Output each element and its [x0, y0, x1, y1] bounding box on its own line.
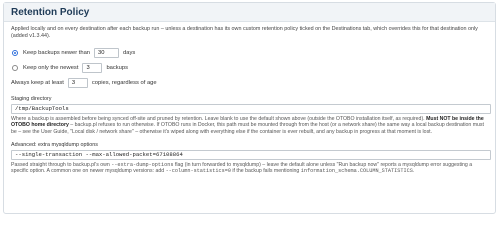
keep-newest-count-input[interactable]: 3	[82, 63, 103, 74]
keep-newer-radio[interactable]	[12, 50, 18, 57]
staging-help-text-b: – backup.pl refuses to run otherwise. If…	[11, 122, 484, 135]
keep-least-row: Always keep at least 3 copies, regardles…	[11, 77, 488, 90]
panel-title: Retention Policy	[11, 6, 90, 18]
intro-text: Applied locally and on every destination…	[11, 26, 478, 40]
mysqldump-help-code-flag: --extra-dump-options	[111, 161, 174, 168]
panel-content: Applied locally and on every destination…	[4, 22, 495, 175]
staging-directory-input[interactable]: /tmp/BackupTools	[11, 103, 491, 114]
keep-newest-label: Keep only the newest	[23, 65, 79, 72]
mysqldump-options-input[interactable]: --single-transaction --max-allowed-packe…	[11, 149, 491, 160]
retention-policy-panel: Retention Policy Applied locally and on …	[3, 2, 496, 214]
panel-header: Retention Policy	[4, 3, 495, 22]
mysqldump-options-label: Advanced: extra mysqldump options	[11, 141, 98, 148]
mysqldump-help-code-option: --column-statistics=0	[165, 168, 231, 175]
staging-directory-label: Staging directory	[11, 95, 52, 102]
keep-newer-label: Keep backups newer than	[23, 50, 91, 57]
mysqldump-help-code-table: information_schema.COLUMN_STATISTICS	[300, 168, 413, 175]
keep-least-label: Always keep at least	[11, 80, 64, 87]
staging-directory-help: Where a backup is assembled before being…	[11, 116, 488, 136]
keep-least-count-input[interactable]: 3	[67, 78, 88, 89]
staging-help-text-a: Where a backup is assembled before being…	[11, 115, 425, 122]
keep-newest-radio[interactable]	[12, 65, 18, 72]
mysqldump-options-help: Passed straight through to backup.pl's o…	[11, 162, 488, 175]
keep-newest-unit: backups	[106, 65, 129, 72]
mysqldump-help-text-d: .	[412, 168, 415, 175]
keep-newer-days-input[interactable]: 30	[94, 48, 120, 59]
keep-newer-option[interactable]: Keep backups newer than 30 days	[11, 47, 488, 60]
mysqldump-help-text-a: Passed straight through to backup.pl's o…	[11, 161, 112, 168]
keep-newer-unit: days	[123, 50, 136, 57]
keep-newest-option[interactable]: Keep only the newest 3 backups	[11, 62, 488, 75]
keep-least-unit: copies, regardless of age	[91, 80, 157, 87]
mysqldump-help-text-c: if the backup fails mentioning	[230, 168, 301, 175]
